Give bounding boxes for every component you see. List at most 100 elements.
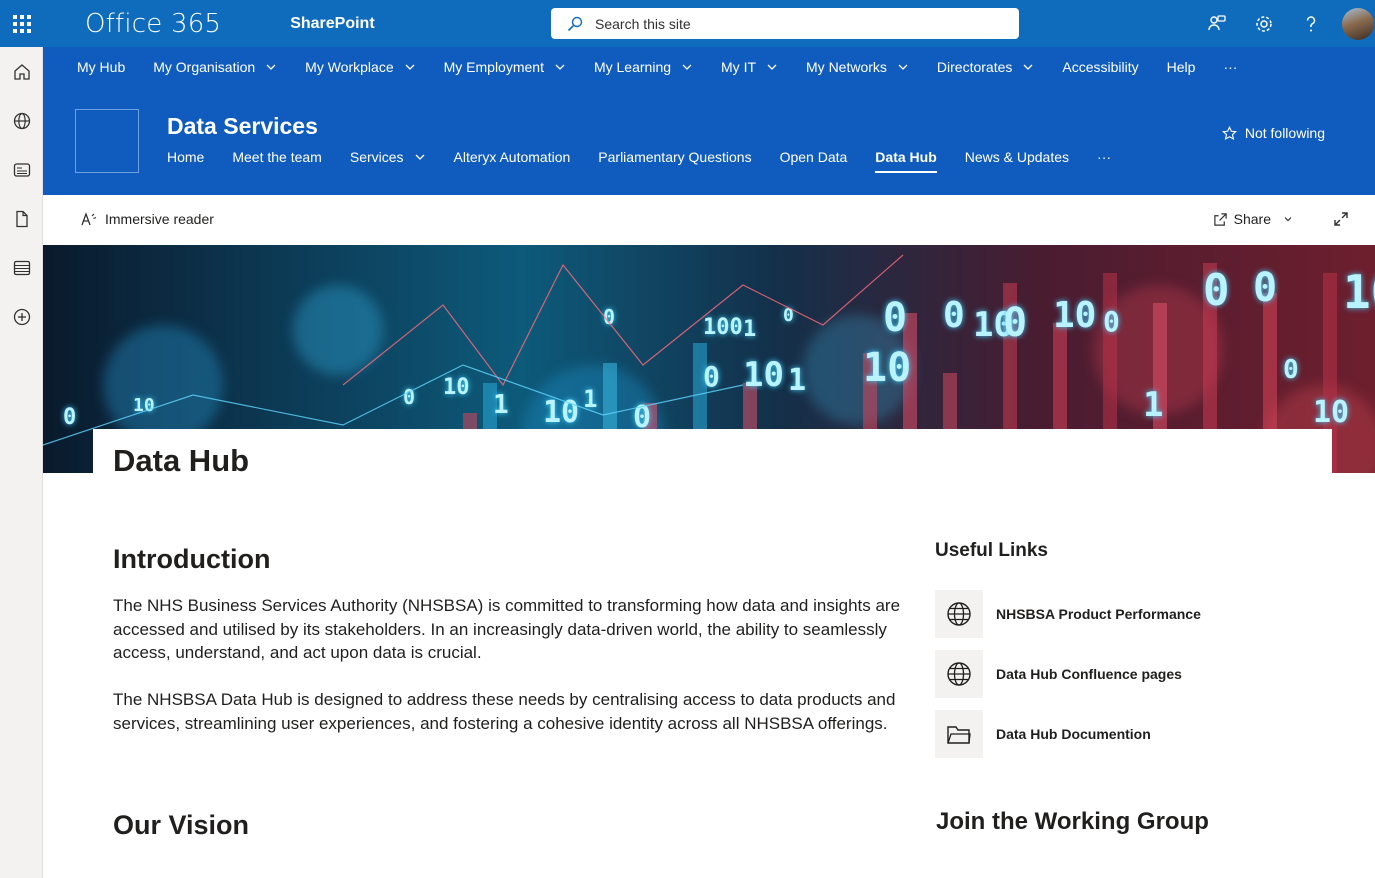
page-title: Data Hub (113, 443, 250, 478)
site-nav-label: Services (349, 149, 404, 165)
create-icon[interactable] (0, 292, 43, 341)
intro-paragraph-1: The NHS Business Services Authority (NHS… (113, 596, 901, 662)
hub-nav-label: My Organisation (153, 59, 256, 75)
hub-nav-item-help[interactable]: Help (1167, 59, 1196, 75)
title-area (93, 429, 1332, 489)
hub-nav-label: Accessibility (1062, 59, 1139, 75)
site-nav-item-open-data[interactable]: Open Data (780, 149, 848, 173)
hub-nav-label: My IT (721, 59, 757, 75)
link-label: Data Hub Documention (996, 726, 1151, 742)
link-confluence-pages[interactable]: Data Hub Confluence pages (935, 650, 1255, 698)
chevron-down-icon (1023, 64, 1033, 70)
hub-nav-label: My Networks (806, 59, 887, 75)
vision-heading: Our Vision (113, 810, 250, 840)
document-icon[interactable] (0, 194, 43, 243)
site-nav-label: Meet the team (232, 149, 322, 165)
hub-nav-item-my-learning[interactable]: My Learning (594, 59, 693, 75)
search-placeholder: Search this site (595, 15, 691, 32)
share-label: Share (1233, 211, 1271, 227)
app-bar (0, 47, 43, 878)
hub-nav-more-button[interactable]: ··· (1223, 59, 1237, 75)
hub-nav-item-my-workplace[interactable]: My Workplace (305, 59, 415, 75)
useful-links-heading: Useful Links (935, 540, 1048, 561)
hub-nav-item-my-hub[interactable]: My Hub (77, 59, 125, 75)
hub-nav-label: My Workplace (305, 59, 394, 75)
suite-actions (1193, 0, 1375, 47)
hub-nav-item-my-employment[interactable]: My Employment (444, 59, 566, 75)
follow-button[interactable]: Not following (1221, 125, 1325, 141)
hub-nav-label: My Learning (593, 59, 672, 75)
intro-paragraph-2: The NHSBSA Data Hub is designed to addre… (113, 690, 896, 733)
hub-nav-label: My Employment (443, 59, 544, 75)
app-launcher-button[interactable] (0, 0, 43, 47)
chevron-down-icon (1284, 217, 1292, 222)
link-label: NHSBSA Product Performance (996, 606, 1201, 622)
list-icon[interactable] (0, 243, 43, 292)
site-nav-item-parliamentary-questions[interactable]: Parliamentary Questions (598, 149, 751, 173)
search-input[interactable]: Search this site (551, 8, 1019, 39)
site-header: Data Services Home Meet the team Services A… (43, 87, 1375, 195)
home-icon[interactable] (0, 47, 43, 96)
chevron-down-icon (682, 64, 692, 70)
globe-icon (935, 590, 983, 638)
folder-icon (935, 710, 983, 758)
chevron-down-icon (898, 64, 908, 70)
help-icon[interactable] (1287, 0, 1334, 47)
star-icon (1221, 125, 1237, 140)
site-nav-item-services[interactable]: Services (350, 149, 426, 173)
avatar[interactable] (1342, 7, 1374, 40)
site-navigation: Home Meet the team Services Alteryx Automat… (167, 149, 1139, 173)
site-title[interactable]: Data Services (167, 113, 318, 140)
follow-label: Not following (1244, 125, 1325, 141)
hub-nav-item-accessibility[interactable]: Accessibility (1062, 59, 1138, 75)
gear-icon[interactable] (1240, 0, 1287, 47)
search-icon (567, 16, 583, 31)
share-icon (1213, 212, 1227, 226)
globe-icon[interactable] (0, 96, 43, 145)
immersive-reader-label: Immersive reader (105, 211, 214, 227)
suite-bar: Office 365 SharePoint Search this site (0, 0, 1375, 47)
hub-nav-item-directorates[interactable]: Directorates (937, 59, 1034, 75)
link-documentation[interactable]: Data Hub Documention (935, 710, 1255, 758)
chevron-down-icon (767, 64, 777, 70)
site-logo[interactable] (75, 109, 139, 173)
chevron-down-icon (415, 154, 425, 160)
hub-nav-item-my-organisation[interactable]: My Organisation (153, 59, 277, 75)
site-nav-item-alteryx-automation[interactable]: Alteryx Automation (454, 149, 571, 173)
site-nav-label: Parliamentary Questions (598, 149, 752, 165)
hub-nav-label: Help (1166, 59, 1196, 75)
site-nav-label: Home (167, 149, 205, 165)
link-product-performance[interactable]: NHSBSA Product Performance (935, 590, 1255, 638)
site-nav-label: News & Updates (964, 149, 1070, 165)
site-nav-label: Data Hub (875, 149, 937, 165)
introduction-heading: Introduction (113, 544, 271, 574)
hub-navigation: My Hub My Organisation My Workplace My Empl… (43, 47, 1375, 87)
news-icon[interactable] (0, 145, 43, 194)
hub-nav-label: My Hub (77, 59, 126, 75)
hub-nav-item-my-it[interactable]: My IT (721, 59, 778, 75)
link-label: Data Hub Confluence pages (996, 666, 1182, 682)
site-nav-item-meet-the-team[interactable]: Meet the team (232, 149, 322, 173)
chevron-down-icon (555, 64, 565, 70)
site-nav-more-button[interactable]: ··· (1097, 149, 1111, 173)
globe-icon (935, 650, 983, 698)
command-bar: Immersive reader Share (43, 195, 1375, 245)
site-nav-item-data-hub[interactable]: Data Hub (875, 149, 937, 173)
join-working-group-heading: Join the Working Group (936, 808, 1209, 835)
hub-nav-label: Directorates (936, 59, 1013, 75)
site-nav-label: Open Data (779, 149, 848, 165)
immersive-reader-button[interactable]: Immersive reader (81, 211, 214, 227)
immersive-reader-icon (81, 212, 97, 226)
expand-icon[interactable] (1333, 211, 1349, 232)
site-nav-item-news-updates[interactable]: News & Updates (965, 149, 1069, 173)
chevron-down-icon (405, 64, 415, 70)
chat-people-icon[interactable] (1193, 0, 1240, 47)
waffle-icon (12, 14, 31, 33)
hub-nav-item-my-networks[interactable]: My Networks (806, 59, 909, 75)
office-brand[interactable]: Office 365 (85, 9, 221, 39)
share-button[interactable]: Share (1213, 211, 1299, 227)
site-nav-item-home[interactable]: Home (167, 149, 204, 173)
sharepoint-app-link[interactable]: SharePoint (290, 15, 374, 33)
site-nav-label: Alteryx Automation (453, 149, 571, 165)
chevron-down-icon (266, 64, 276, 70)
